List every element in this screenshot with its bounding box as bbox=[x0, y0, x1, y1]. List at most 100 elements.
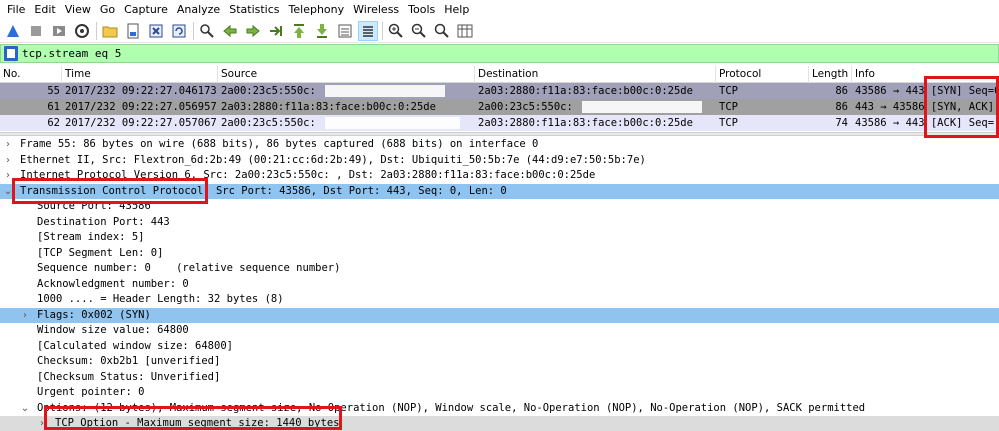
save-file-icon[interactable] bbox=[124, 22, 142, 40]
colorize-list-icon[interactable] bbox=[358, 20, 378, 41]
packet-info: 43586 → 443 [ACK] Seq= bbox=[855, 117, 995, 129]
restart-icon[interactable] bbox=[50, 22, 68, 40]
shark-fin-start-icon[interactable] bbox=[4, 22, 22, 40]
tree-item-label: Options: (12 bytes), Maximum segment siz… bbox=[37, 401, 866, 414]
tree-item-tcp[interactable]: ⌄ Transmission Control Protocol, Src Por… bbox=[0, 183, 999, 200]
open-folder-icon[interactable] bbox=[101, 22, 119, 40]
tree-item-checksum[interactable]: Checksum: 0xb2b1 [unverified] bbox=[0, 354, 999, 370]
packet-details-tree: › Frame 55: 86 bytes on wire (688 bits),… bbox=[0, 137, 999, 431]
tree-item-ethernet[interactable]: › Ethernet II, Src: Flextron_6d:2b:49 (0… bbox=[0, 153, 999, 169]
menu-telephony[interactable]: Telephony bbox=[286, 0, 351, 19]
tree-item-urgent-pointer[interactable]: Urgent pointer: 0 bbox=[0, 385, 999, 401]
tree-item-stream-index[interactable]: [Stream index: 5] bbox=[0, 230, 999, 246]
expand-arrow-icon[interactable]: › bbox=[20, 308, 30, 324]
column-header-no[interactable]: No. bbox=[0, 66, 62, 83]
redaction-mark bbox=[325, 117, 460, 129]
zoom-normal-icon[interactable] bbox=[433, 22, 451, 40]
tree-item-frame[interactable]: › Frame 55: 86 bytes on wire (688 bits),… bbox=[0, 137, 999, 153]
menu-help[interactable]: Help bbox=[441, 0, 475, 19]
forward-arrow-icon[interactable] bbox=[244, 22, 262, 40]
reload-icon[interactable] bbox=[170, 22, 188, 40]
tree-item-header-length[interactable]: 1000 .... = Header Length: 32 bytes (8) bbox=[0, 292, 999, 308]
first-packet-icon[interactable] bbox=[290, 22, 308, 40]
column-header-destination[interactable]: Destination bbox=[475, 66, 716, 83]
bookmark-filter-icon[interactable] bbox=[4, 46, 18, 61]
expand-arrow-icon[interactable]: › bbox=[3, 137, 13, 153]
tree-item-sequence-number[interactable]: Sequence number: 0 (relative sequence nu… bbox=[0, 261, 999, 277]
expand-arrow-icon[interactable]: › bbox=[3, 168, 13, 184]
pane-splitter[interactable] bbox=[0, 132, 999, 136]
tree-item-window-size[interactable]: Window size value: 64800 bbox=[0, 323, 999, 339]
redaction-mark bbox=[582, 101, 702, 113]
packet-destination: 2a03:2880:f11a:83:face:b00c:0:25de bbox=[478, 85, 693, 97]
packet-info: 43586 → 443 [SYN] Seq=0 bbox=[855, 85, 999, 97]
tree-item-label: Ethernet II, Src: Flextron_6d:2b:49 (00:… bbox=[20, 153, 646, 166]
tree-item-ack-number[interactable]: Acknowledgment number: 0 bbox=[0, 277, 999, 293]
zoom-out-icon[interactable] bbox=[410, 22, 428, 40]
column-header-source[interactable]: Source bbox=[218, 66, 475, 83]
menu-wireless[interactable]: Wireless bbox=[350, 0, 405, 19]
menu-analyze[interactable]: Analyze bbox=[174, 0, 226, 19]
tree-item-destination-port[interactable]: Destination Port: 443 bbox=[0, 215, 999, 231]
tree-item-label: Sequence number: 0 (relative sequence nu… bbox=[37, 262, 341, 274]
tree-item-label: 1000 .... = Header Length: 32 bytes (8) bbox=[37, 293, 284, 305]
packet-length: 86 bbox=[835, 85, 848, 97]
tree-item-label: [TCP Segment Len: 0] bbox=[37, 246, 164, 259]
column-header-time[interactable]: Time bbox=[62, 66, 218, 83]
column-header-info[interactable]: Info bbox=[852, 66, 999, 83]
packet-info: 443 → 43586 [SYN, ACK] bbox=[855, 101, 995, 113]
menu-bar: File Edit View Go Capture Analyze Statis… bbox=[0, 0, 999, 19]
tree-item-label: [Checksum Status: Unverified] bbox=[37, 370, 221, 383]
options-gear-icon[interactable] bbox=[73, 22, 91, 40]
expand-arrow-icon[interactable]: › bbox=[37, 416, 47, 431]
packet-source: 2a03:2880:f11a:83:face:b00c:0:25de bbox=[221, 101, 436, 113]
menu-edit[interactable]: Edit bbox=[31, 0, 61, 19]
packet-protocol: TCP bbox=[719, 117, 738, 129]
tree-item-checksum-status[interactable]: [Checksum Status: Unverified] bbox=[0, 370, 999, 386]
close-file-icon[interactable] bbox=[147, 22, 165, 40]
tree-item-flags[interactable]: › Flags: 0x002 (SYN) bbox=[0, 307, 999, 324]
tree-item-label: Transmission Control Protocol, Src Port:… bbox=[20, 184, 507, 197]
auto-scroll-icon[interactable] bbox=[336, 22, 354, 40]
toolbar-divider bbox=[193, 21, 194, 40]
packet-row[interactable]: 62 2017/232 09:22:27.057067 2a00:23c5:55… bbox=[0, 115, 999, 131]
tree-item-ipv6[interactable]: › Internet Protocol Version 6, Src: 2a00… bbox=[0, 168, 999, 184]
resize-columns-icon[interactable] bbox=[456, 22, 474, 40]
packet-protocol: TCP bbox=[719, 85, 738, 97]
packet-time: 2017/232 09:22:27.057067 bbox=[65, 117, 217, 129]
packet-row[interactable]: 55 2017/232 09:22:27.046173 2a00:23c5:55… bbox=[0, 83, 999, 99]
menu-go[interactable]: Go bbox=[97, 0, 121, 19]
find-magnifier-icon[interactable] bbox=[198, 22, 216, 40]
expand-arrow-icon[interactable]: › bbox=[3, 153, 13, 169]
menu-view[interactable]: View bbox=[62, 0, 97, 19]
tree-item-source-port[interactable]: Source Port: 43586 bbox=[0, 199, 999, 215]
last-packet-icon[interactable] bbox=[313, 22, 331, 40]
menu-tools[interactable]: Tools bbox=[405, 0, 441, 19]
back-arrow-icon[interactable] bbox=[221, 22, 239, 40]
packet-length: 74 bbox=[835, 117, 848, 129]
packet-protocol: TCP bbox=[719, 101, 738, 113]
tree-item-label: Urgent pointer: 0 bbox=[37, 386, 145, 398]
column-header-length[interactable]: Length bbox=[809, 66, 852, 83]
tree-item-options[interactable]: ⌄ Options: (12 bytes), Maximum segment s… bbox=[0, 401, 999, 417]
goto-packet-icon[interactable] bbox=[267, 22, 285, 40]
packet-no: 55 bbox=[47, 85, 60, 97]
tree-item-label: [Calculated window size: 64800] bbox=[37, 339, 233, 352]
tree-item-label: Internet Protocol Version 6, Src: 2a00:2… bbox=[20, 169, 596, 181]
packet-no: 62 bbox=[47, 117, 60, 129]
tree-item-mss-option[interactable]: › TCP Option - Maximum segment size: 144… bbox=[0, 416, 999, 431]
stop-square-icon[interactable] bbox=[27, 22, 45, 40]
menu-file[interactable]: File bbox=[4, 0, 31, 19]
tree-item-label: Window size value: 64800 bbox=[37, 324, 189, 336]
collapse-arrow-icon[interactable]: ⌄ bbox=[20, 401, 30, 417]
zoom-in-icon[interactable] bbox=[387, 22, 405, 40]
tree-item-calculated-window[interactable]: [Calculated window size: 64800] bbox=[0, 339, 999, 355]
menu-statistics[interactable]: Statistics bbox=[226, 0, 285, 19]
display-filter-bar[interactable]: tcp.stream eq 5 bbox=[0, 44, 999, 63]
collapse-arrow-icon[interactable]: ⌄ bbox=[3, 184, 13, 200]
menu-capture[interactable]: Capture bbox=[121, 0, 174, 19]
column-header-protocol[interactable]: Protocol bbox=[716, 66, 809, 83]
packet-row[interactable]: 61 2017/232 09:22:27.056957 2a03:2880:f1… bbox=[0, 99, 999, 115]
tree-item-segment-len[interactable]: [TCP Segment Len: 0] bbox=[0, 246, 999, 262]
display-filter-input[interactable]: tcp.stream eq 5 bbox=[22, 47, 121, 60]
